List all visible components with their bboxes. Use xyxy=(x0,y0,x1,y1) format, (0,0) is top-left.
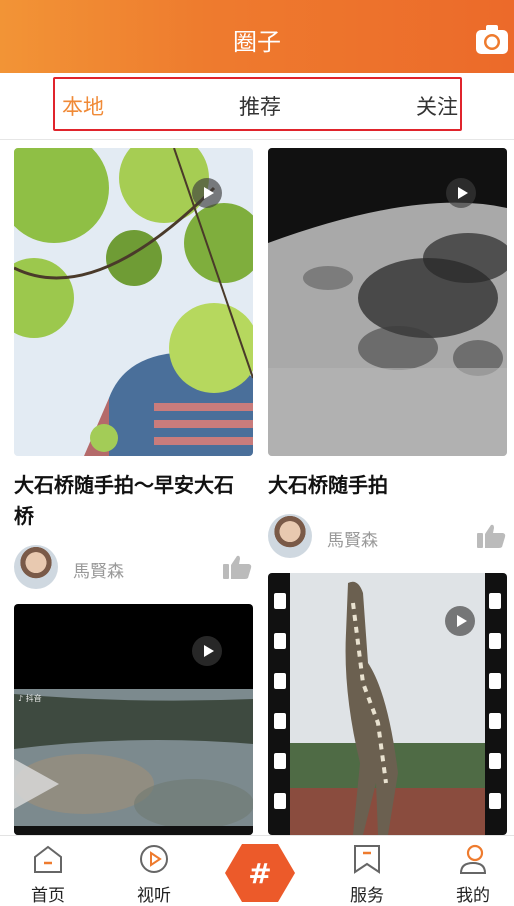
nav-media[interactable]: 视听 xyxy=(114,836,194,906)
user-icon xyxy=(459,844,487,874)
camera-icon[interactable] xyxy=(474,22,510,56)
tab-recommend[interactable]: 推荐 xyxy=(239,91,281,121)
play-icon xyxy=(192,636,222,666)
avatar[interactable] xyxy=(268,514,312,558)
play-icon xyxy=(446,178,476,208)
post-thumbnail[interactable] xyxy=(268,148,507,456)
nav-label: 视听 xyxy=(137,886,171,906)
home-icon xyxy=(34,845,62,873)
bookmark-icon xyxy=(354,845,380,874)
nav-label: 首页 xyxy=(31,886,65,906)
play-icon xyxy=(445,606,475,636)
post-title[interactable]: 大石桥随手拍～早安大石桥 xyxy=(14,470,253,532)
nav-service[interactable]: 服务 xyxy=(327,836,407,906)
thumbs-up-icon[interactable] xyxy=(476,523,506,549)
post-image: ♪ 抖音 xyxy=(14,604,253,835)
author-name[interactable]: 馬賢森 xyxy=(327,526,378,551)
app-header: 圈子 xyxy=(0,0,514,73)
svg-text:♪ 抖音: ♪ 抖音 xyxy=(18,693,42,703)
tab-follow[interactable]: 关注 xyxy=(416,91,458,121)
nav-mine[interactable]: 我的 xyxy=(433,836,513,906)
post-thumbnail[interactable] xyxy=(268,573,507,835)
author-name[interactable]: 馬賢森 xyxy=(73,557,124,582)
thumbs-up-icon[interactable] xyxy=(222,554,252,580)
page-title: 圈子 xyxy=(233,28,281,56)
post-thumbnail[interactable] xyxy=(14,148,253,456)
play-icon xyxy=(192,178,222,208)
tab-bar: 本地 推荐 关注 xyxy=(0,73,514,140)
hashtag-icon[interactable]: # xyxy=(224,842,296,904)
nav-label: 我的 xyxy=(456,886,490,906)
nav-home[interactable]: 首页 xyxy=(8,836,88,906)
tab-local[interactable]: 本地 xyxy=(62,91,104,121)
post-thumbnail[interactable]: ♪ 抖音 xyxy=(14,604,253,835)
post-title[interactable]: 大石桥随手拍 xyxy=(268,470,507,501)
play-circle-icon xyxy=(140,845,168,873)
avatar[interactable] xyxy=(14,545,58,589)
nav-label: 服务 xyxy=(350,886,384,906)
svg-text:#: # xyxy=(248,857,271,890)
